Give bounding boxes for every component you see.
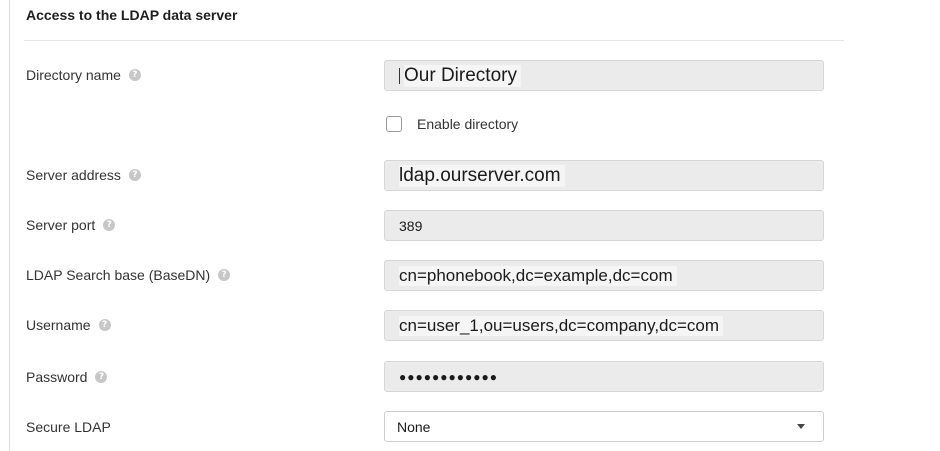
secure-ldap-label: Secure LDAP [26, 419, 111, 435]
server-address-label: Server address [26, 167, 121, 183]
password-label-row: Password ? [26, 368, 108, 386]
help-icon[interactable]: ? [103, 219, 116, 231]
section-title: Access to the LDAP data server [26, 7, 238, 23]
help-icon[interactable]: ? [218, 269, 231, 281]
directory-name-label-row: Directory name ? [26, 66, 141, 84]
text-cursor [399, 67, 400, 84]
secure-ldap-label-row: Secure LDAP [26, 418, 111, 436]
secure-ldap-select[interactable]: None [384, 411, 824, 442]
server-port-label: Server port [26, 217, 96, 233]
secure-ldap-value: None [397, 418, 431, 435]
server-address-value: ldap.ourserver.com [399, 164, 565, 187]
search-base-value: cn=phonebook,dc=example,dc=com [399, 265, 677, 286]
chevron-down-icon[interactable] [797, 424, 805, 429]
server-address-input[interactable]: ldap.ourserver.com [384, 160, 824, 191]
enable-directory-label[interactable]: Enable directory [417, 116, 518, 132]
password-value: ●●●●●●●●●●●● [399, 369, 498, 384]
search-base-input[interactable]: cn=phonebook,dc=example,dc=com [384, 260, 824, 291]
directory-name-value: Our Directory [404, 64, 521, 87]
panel-left-border [9, 0, 10, 451]
help-icon[interactable]: ? [98, 319, 111, 331]
directory-name-label: Directory name [26, 67, 121, 83]
help-icon[interactable]: ? [128, 169, 141, 181]
username-label: Username [26, 317, 91, 333]
password-input[interactable]: ●●●●●●●●●●●● [384, 361, 824, 392]
help-icon[interactable]: ? [95, 371, 108, 383]
search-base-label: LDAP Search base (BaseDN) [26, 267, 211, 283]
server-port-value: 389 [399, 217, 423, 234]
directory-name-input[interactable]: Our Directory [384, 60, 824, 91]
username-value: cn=user_1,ou=users,dc=company,dc=com [399, 315, 724, 336]
password-label: Password [26, 369, 88, 385]
section-divider [24, 40, 844, 41]
server-address-label-row: Server address ? [26, 166, 141, 184]
enable-directory-checkbox[interactable] [386, 116, 402, 132]
server-port-label-row: Server port ? [26, 216, 116, 234]
enable-directory-row[interactable]: Enable directory [386, 116, 518, 132]
username-input[interactable]: cn=user_1,ou=users,dc=company,dc=com [384, 310, 824, 341]
server-port-input[interactable]: 389 [384, 210, 824, 241]
username-label-row: Username ? [26, 316, 111, 334]
search-base-label-row: LDAP Search base (BaseDN) ? [26, 266, 231, 284]
help-icon[interactable]: ? [128, 69, 141, 81]
